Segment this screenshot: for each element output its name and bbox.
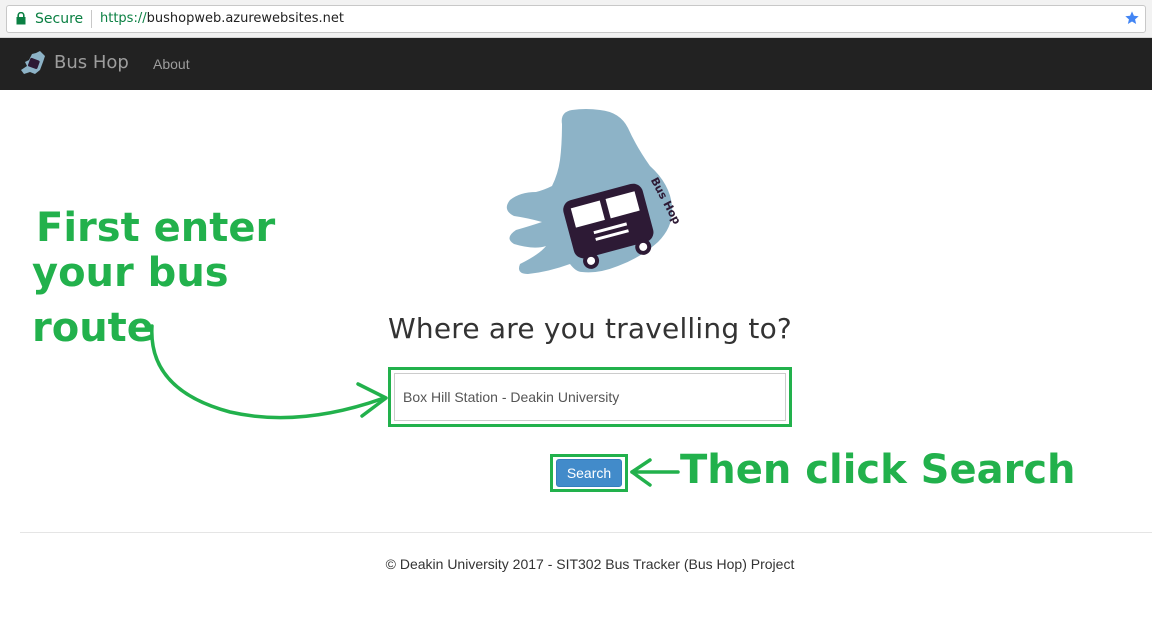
route-arrowhead (356, 382, 388, 418)
footer-divider (20, 532, 1152, 533)
route-arrow-curve (150, 324, 386, 420)
annotation-arrows (150, 324, 680, 487)
footer-text: © Deakin University 2017 - SIT302 Bus Tr… (385, 556, 795, 572)
